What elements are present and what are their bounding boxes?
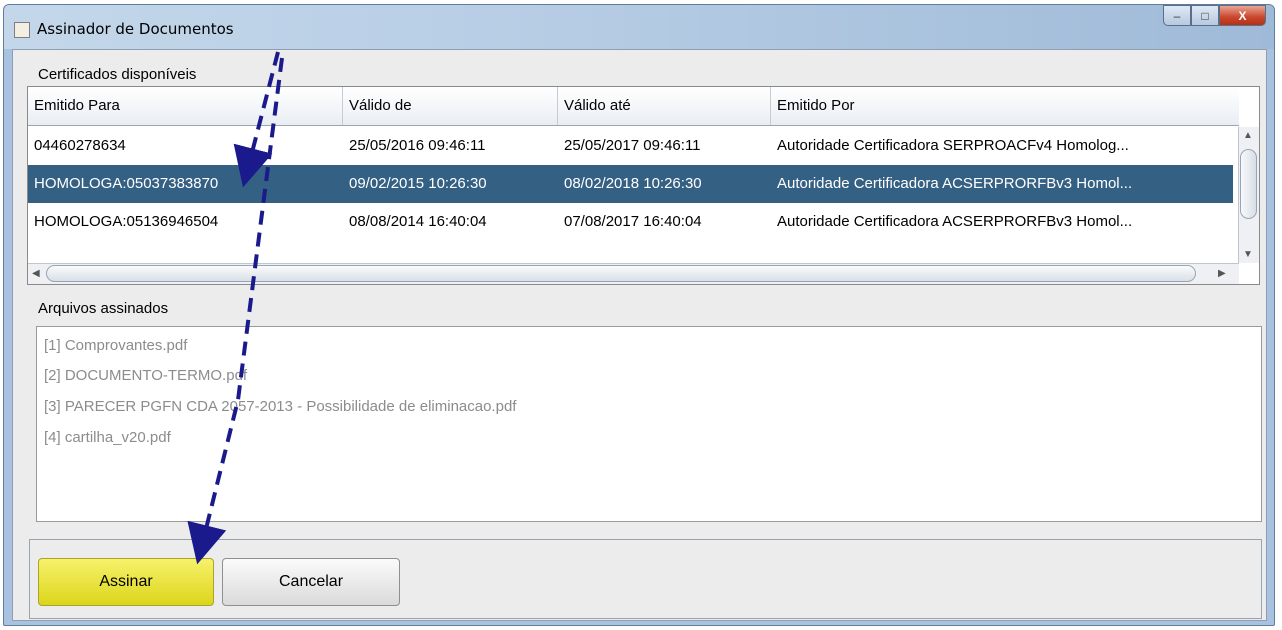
cancel-button[interactable]: Cancelar [222,558,400,606]
minimize-button[interactable]: – [1163,5,1191,26]
vertical-scroll-thumb[interactable] [1240,149,1257,219]
horizontal-scroll-thumb[interactable] [46,265,1196,282]
cell-emitido-para: 04460278634 [34,137,126,154]
list-item[interactable]: [3] PARECER PGFN CDA 2057-2013 - Possibi… [44,398,516,415]
certificates-label: Certificados disponíveis [38,66,197,83]
java-app-icon [14,22,30,38]
sign-button[interactable]: Assinar [38,558,214,606]
scroll-left-arrow-icon[interactable]: ◀ [32,268,40,279]
cell-emitido-para: HOMOLOGA:05037383870 [34,175,219,192]
list-item[interactable]: [1] Comprovantes.pdf [44,337,187,354]
list-item[interactable]: [4] cartilha_v20.pdf [44,429,171,446]
certificates-table: Emitido Para Válido de Válido até Emitid… [27,86,1260,285]
cell-valido-ate: 25/05/2017 09:46:11 [564,137,701,154]
maximize-button[interactable]: □ [1191,5,1219,26]
signed-files-list: [1] Comprovantes.pdf [2] DOCUMENTO-TERMO… [36,326,1262,522]
table-row[interactable]: 04460278634 25/05/2016 09:46:11 25/05/20… [28,127,1233,165]
cell-emitido-por: Autoridade Certificadora SERPROACFv4 Hom… [777,137,1129,154]
cell-valido-de: 25/05/2016 09:46:11 [349,137,486,154]
title-bar[interactable]: Assinador de Documentos – □ X [4,5,1274,49]
horizontal-scrollbar[interactable]: ◀ ▶ [28,263,1239,284]
cell-emitido-para: HOMOLOGA:05136946504 [34,213,219,230]
window-controls: – □ X [1163,5,1266,29]
cell-emitido-por: Autoridade Certificadora ACSERPRORFBv3 H… [777,213,1133,230]
cell-valido-ate: 08/02/2018 10:26:30 [564,175,702,192]
cell-valido-de: 08/08/2014 16:40:04 [349,213,487,230]
close-button[interactable]: X [1219,5,1266,26]
table-row[interactable]: HOMOLOGA:05136946504 08/08/2014 16:40:04… [28,203,1233,241]
cell-emitido-por: Autoridade Certificadora ACSERPRORFBv3 H… [777,175,1133,192]
scroll-down-arrow-icon[interactable]: ▼ [1243,249,1253,260]
window-title: Assinador de Documentos [37,20,234,38]
column-header-emitido-por[interactable]: Emitido Por [771,87,1239,125]
column-header-emitido-para[interactable]: Emitido Para [28,87,343,125]
signed-files-label: Arquivos assinados [38,300,169,317]
table-row-selected[interactable]: HOMOLOGA:05037383870 09/02/2015 10:26:30… [28,165,1233,203]
cell-valido-ate: 07/08/2017 16:40:04 [564,213,702,230]
button-panel: Assinar Cancelar [29,539,1262,619]
scroll-up-arrow-icon[interactable]: ▲ [1243,130,1253,141]
column-header-valido-ate[interactable]: Válido até [558,87,771,125]
list-item[interactable]: [2] DOCUMENTO-TERMO.pdf [44,367,247,384]
vertical-scrollbar[interactable]: ▲ ▼ [1238,127,1259,263]
column-header-valido-de[interactable]: Válido de [343,87,558,125]
table-header: Emitido Para Válido de Válido até Emitid… [28,87,1239,126]
scroll-right-arrow-icon[interactable]: ▶ [1218,268,1226,279]
cell-valido-de: 09/02/2015 10:26:30 [349,175,487,192]
